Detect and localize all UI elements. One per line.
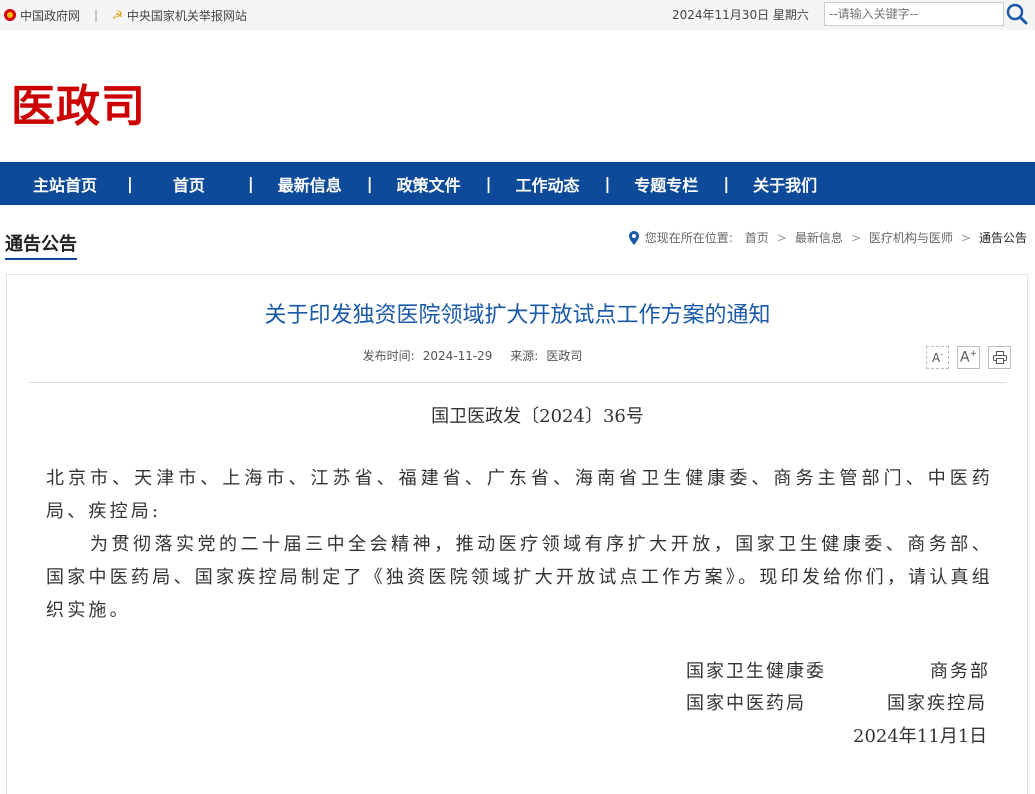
breadcrumb: 您现在所在位置: 首页 > 最新信息 > 医疗机构与医师 > 通告公告 xyxy=(628,229,1027,246)
search-button[interactable] xyxy=(1004,2,1030,26)
breadcrumb-latest-info[interactable]: 最新信息 xyxy=(795,229,843,246)
search-input[interactable] xyxy=(825,3,1003,25)
location-pin-icon xyxy=(628,230,639,245)
font-increase-icon: A+ xyxy=(959,349,978,366)
font-decrease-icon: A- xyxy=(931,350,944,365)
top-bar: 中国政府网 | ☭ 中央国家机关举报网站 2024年11月30日 星期六 xyxy=(0,0,1035,30)
document-number: 国卫医政发〔2024〕36号 xyxy=(431,406,644,427)
breadcrumb-medical-institutions[interactable]: 医疗机构与医师 xyxy=(869,229,953,246)
nav-separator: | xyxy=(247,174,254,193)
article-body: 北京市、天津市、上海市、江苏省、福建省、广东省、海南省卫生健康委、商务主管部门、… xyxy=(46,462,993,627)
publish-date: 2024-11-29 xyxy=(422,349,493,363)
signer-nhc: 国家卫生健康委 xyxy=(686,661,826,682)
nav-work-updates[interactable]: 工作动态 xyxy=(515,172,579,196)
nav-latest-info[interactable]: 最新信息 xyxy=(278,172,342,196)
nav-about-us[interactable]: 关于我们 xyxy=(753,172,817,196)
breadcrumb-arrow: > xyxy=(960,230,971,245)
top-links: 中国政府网 | ☭ 中央国家机关举报网站 xyxy=(4,0,247,30)
section-title: 通告公告 xyxy=(5,230,77,260)
font-decrease-button[interactable]: A- xyxy=(926,346,949,369)
article-tools: A- A+ xyxy=(918,346,1011,369)
nav-separator: | xyxy=(127,174,133,193)
publish-label: 发布时间: xyxy=(362,349,415,363)
report-site-label: 中央国家机关举报网站 xyxy=(126,8,247,23)
recipients-paragraph: 北京市、天津市、上海市、江苏省、福建省、广东省、海南省卫生健康委、商务主管部门、… xyxy=(46,468,993,522)
nav-separator: | xyxy=(366,174,373,193)
site-logo[interactable]: 医政司 xyxy=(11,70,146,134)
search-icon xyxy=(1006,3,1028,25)
report-site-link[interactable]: ☭ 中央国家机关举报网站 xyxy=(112,7,247,24)
breadcrumb-prefix: 您现在所在位置: xyxy=(644,231,733,245)
nav-main-home[interactable]: 主站首页 xyxy=(33,172,97,196)
print-button[interactable] xyxy=(988,346,1011,369)
breadcrumb-arrow: > xyxy=(850,230,861,245)
nav-special-topics[interactable]: 专题专栏 xyxy=(634,172,698,196)
nav-policy-docs[interactable]: 政策文件 xyxy=(397,172,461,196)
title-divider xyxy=(29,382,1007,383)
source-label: 来源: xyxy=(510,349,539,363)
gov-site-link[interactable]: 中国政府网 xyxy=(4,7,80,24)
signer-tcm: 国家中医药局 xyxy=(686,693,806,714)
current-date: 2024年11月30日 星期六 xyxy=(672,8,809,22)
national-emblem-icon xyxy=(4,9,16,21)
article-meta: 发布时间: 2024-11-29 来源: 医政司 xyxy=(0,347,945,364)
breadcrumb-home[interactable]: 首页 xyxy=(745,229,769,246)
signer-cdc: 国家疾控局 xyxy=(887,693,987,714)
nav-separator: | xyxy=(604,174,611,193)
gov-site-label: 中国政府网 xyxy=(20,8,81,23)
party-emblem-icon: ☭ xyxy=(112,8,123,22)
body-paragraph: 为贯彻落实党的二十届三中全会精神，推动医疗领域有序扩大开放，国家卫生健康委、商务… xyxy=(46,534,993,621)
article-title: 关于印发独资医院领域扩大开放试点工作方案的通知 xyxy=(264,303,771,328)
breadcrumb-arrow: > xyxy=(776,230,787,245)
top-separator: | xyxy=(94,8,99,22)
search-box xyxy=(824,2,1004,26)
font-increase-button[interactable]: A+ xyxy=(957,346,980,369)
nav-separator: | xyxy=(723,174,730,193)
main-nav: 主站首页 | 首页 | 最新信息 | 政策文件 | 工作动态 | 专题专栏 | … xyxy=(0,162,1035,205)
nav-separator: | xyxy=(485,174,492,193)
breadcrumb-notices[interactable]: 通告公告 xyxy=(979,229,1027,246)
printer-icon xyxy=(992,351,1007,364)
source-value: 医政司 xyxy=(546,349,583,363)
signer-mofcom: 商务部 xyxy=(930,661,990,682)
section-header: 通告公告 xyxy=(5,230,77,260)
nav-home[interactable]: 首页 xyxy=(173,172,205,196)
sign-date: 2024年11月1日 xyxy=(853,726,988,747)
